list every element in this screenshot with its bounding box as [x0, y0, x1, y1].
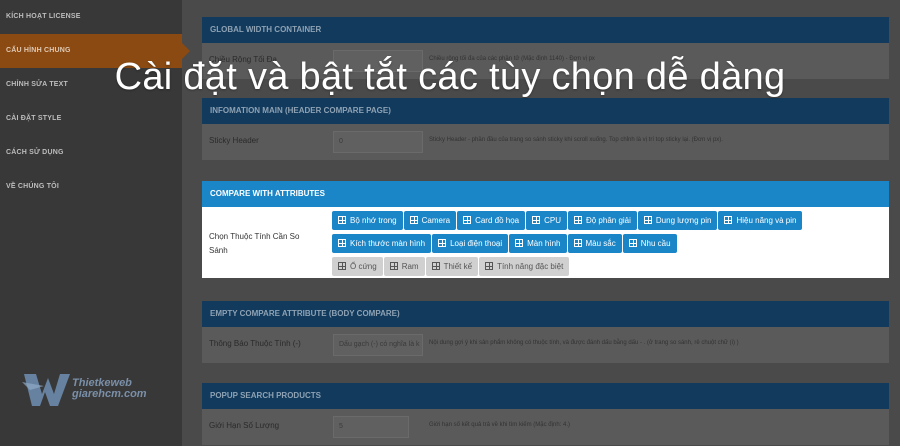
- plus-square-icon: [409, 216, 418, 224]
- sticky-header-input[interactable]: 0: [333, 131, 423, 153]
- panel-popup-search: POPUP SEARCH PRODUCTS Giới Hạn Số Lượng …: [202, 383, 889, 445]
- field-label: Thông Báo Thuộc Tính (-): [209, 339, 301, 348]
- panel-info-main: INFOMATION MAIN (HEADER COMPARE PAGE) St…: [202, 98, 889, 160]
- panel-header: EMPTY COMPARE ATTRIBUTE (BODY COMPARE): [202, 301, 889, 327]
- field-label: Chọn Thuộc Tính Cần So Sánh: [209, 230, 299, 258]
- plus-square-icon: [338, 216, 346, 224]
- plus-square-icon: [463, 216, 472, 224]
- attribute-chip[interactable]: Kích thước màn hình: [332, 234, 432, 253]
- attribute-chip-label: Ram: [401, 262, 419, 271]
- field-help: Sticky Header - phần đầu của trang so sá…: [429, 137, 723, 143]
- attribute-chip-label: Bộ nhớ trong: [350, 216, 397, 225]
- attribute-chip[interactable]: Ổ cứng: [332, 257, 383, 276]
- attribute-chip-label: Loại điện thoại: [450, 239, 503, 248]
- plus-square-icon: [389, 262, 398, 270]
- empty-notice-input[interactable]: Dấu gạch (-) có nghĩa là k: [333, 334, 423, 356]
- panel-header: GLOBAL WIDTH CONTAINER: [202, 17, 889, 43]
- attribute-chip-label: Ổ cứng: [350, 262, 377, 271]
- attribute-chip[interactable]: Màn hình: [509, 234, 567, 253]
- plus-square-icon: [338, 239, 346, 247]
- sidebar-item-license[interactable]: KÍCH HOẠT LICENSE: [0, 0, 182, 34]
- attribute-chip[interactable]: Độ phân giải: [567, 211, 637, 230]
- panel-body: Giới Hạn Số Lượng 5 Giới hạn số kết quả …: [202, 409, 889, 445]
- overlay-headline: Cài đặt và bật tắt các tùy chọn dễ dàng: [114, 56, 786, 98]
- attribute-chip[interactable]: Camera: [403, 211, 457, 230]
- plus-square-icon: [431, 262, 440, 270]
- attribute-chip-label: Tính năng đặc biệt: [497, 262, 564, 271]
- plus-square-icon: [515, 239, 524, 247]
- attribute-chip[interactable]: Loại điện thoại: [432, 234, 509, 253]
- plus-square-icon: [573, 239, 582, 247]
- plus-square-icon: [532, 216, 541, 224]
- panel-header: INFOMATION MAIN (HEADER COMPARE PAGE): [202, 98, 889, 124]
- field-help: Giới hạn số kết quả trả về khi tìm kiếm …: [429, 422, 570, 428]
- attribute-chip-label: Kích thước màn hình: [350, 239, 426, 248]
- plus-square-icon: [573, 216, 582, 224]
- panel-header: COMPARE WITH ATTRIBUTES: [202, 181, 889, 207]
- brand-logo: Thietkeweb giarehcm.com: [22, 370, 152, 410]
- attribute-chip-label: Thiết kế: [443, 262, 473, 271]
- field-label: Sticky Header: [209, 136, 259, 145]
- attribute-chip-label: Camera: [421, 216, 451, 225]
- attribute-chip[interactable]: Bộ nhớ trong: [332, 211, 403, 230]
- attribute-chip[interactable]: Thiết kế: [425, 257, 479, 276]
- attribute-chip-label: Hiệu năng và pin: [736, 216, 797, 225]
- attribute-chip[interactable]: Màu sắc: [567, 234, 622, 253]
- sidebar-item-about[interactable]: VỀ CHÚNG TÔI: [0, 170, 182, 204]
- attribute-chip[interactable]: Dung lượng pin: [637, 211, 718, 230]
- logo-w-icon: [22, 374, 70, 406]
- plus-square-icon: [628, 239, 637, 247]
- field-label: Giới Hạn Số Lượng: [209, 421, 280, 430]
- result-limit-select[interactable]: 5: [333, 416, 409, 438]
- attribute-chip-label: Card đồ họa: [475, 216, 520, 225]
- plus-square-icon: [485, 262, 494, 270]
- sidebar-item-usage[interactable]: CÁCH SỬ DỤNG: [0, 136, 182, 170]
- field-label-line2: Sánh: [209, 246, 228, 255]
- panel-compare-attributes: COMPARE WITH ATTRIBUTES Chọn Thuộc Tính …: [202, 181, 889, 278]
- logo-text-line2: giarehcm.com: [72, 388, 147, 400]
- attribute-chip-label: Dung lượng pin: [655, 216, 712, 225]
- attribute-chip[interactable]: CPU: [526, 211, 567, 230]
- plus-square-icon: [643, 216, 652, 224]
- attribute-chip[interactable]: Ram: [383, 257, 425, 276]
- attribute-chip[interactable]: Nhu cầu: [622, 234, 677, 253]
- panel-body: Thông Báo Thuộc Tính (-) Dấu gạch (-) có…: [202, 327, 889, 363]
- sidebar-item-style[interactable]: CÀI ĐẶT STYLE: [0, 102, 182, 136]
- attribute-chip[interactable]: Tính năng đặc biệt: [479, 257, 570, 276]
- attribute-chip-label: Nhu cầu: [640, 239, 671, 248]
- attribute-chip-label: Màu sắc: [585, 239, 616, 248]
- panel-header: POPUP SEARCH PRODUCTS: [202, 383, 889, 409]
- field-label-line1: Chọn Thuộc Tính Cần So: [209, 232, 300, 241]
- attribute-chip-label: Độ phân giải: [585, 216, 631, 225]
- attribute-chip[interactable]: Card đồ họa: [457, 211, 526, 230]
- panel-body: Sticky Header 0 Sticky Header - phần đầu…: [202, 124, 889, 160]
- field-help: Nội dung gợi ý khi sản phẩm không có thu…: [429, 340, 739, 346]
- plus-square-icon: [438, 239, 447, 247]
- plus-square-icon: [724, 216, 733, 224]
- panel-empty-compare: EMPTY COMPARE ATTRIBUTE (BODY COMPARE) T…: [202, 301, 889, 363]
- attribute-chip-label: Màn hình: [527, 239, 561, 248]
- attribute-chip[interactable]: Hiệu năng và pin: [718, 211, 803, 230]
- attribute-chip-label: CPU: [544, 216, 561, 225]
- attribute-chip-list: Bộ nhớ trong Camera Card đồ họa CPU Độ phân …: [332, 210, 887, 279]
- plus-square-icon: [338, 262, 346, 270]
